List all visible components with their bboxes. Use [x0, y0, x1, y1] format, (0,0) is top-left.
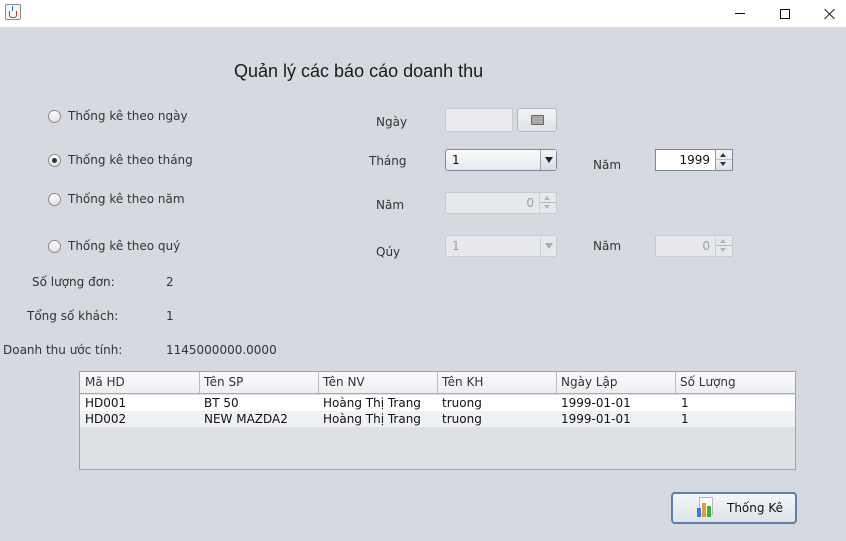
invoice-table[interactable]: Mã HD Tên SP Tên NV Tên KH Ngày Lập Số L… — [79, 371, 796, 470]
table-cell: Hoàng Thị Trang — [323, 412, 421, 426]
arrow-up-icon[interactable] — [720, 153, 726, 157]
table-cell: 1999-01-01 — [561, 412, 631, 426]
radio-indicator[interactable] — [48, 239, 61, 253]
chevron-down-icon[interactable] — [540, 236, 556, 256]
spinner-arrows[interactable] — [539, 193, 556, 213]
column-header[interactable]: Tên KH — [437, 372, 557, 393]
radio-by-day[interactable]: Thống kê theo ngày — [48, 109, 188, 123]
arrow-down-icon[interactable] — [544, 205, 550, 209]
month-label: Tháng — [369, 154, 407, 168]
radio-by-quarter[interactable]: Thống kê theo quý — [48, 239, 180, 253]
column-header[interactable]: Mã HD — [80, 372, 200, 393]
radio-indicator[interactable] — [48, 109, 61, 123]
table-cell: Hoàng Thị Trang — [323, 396, 421, 410]
quarter-year-spinner[interactable]: 0 — [655, 235, 733, 257]
column-header[interactable]: Tên NV — [318, 372, 438, 393]
column-header[interactable]: Tên SP — [199, 372, 319, 393]
radio-indicator[interactable] — [48, 192, 61, 206]
radio-by-month[interactable]: Thống kê theo tháng — [48, 153, 193, 167]
table-cell: NEW MAZDA2 — [204, 412, 288, 426]
radio-indicator[interactable] — [48, 153, 61, 167]
arrow-up-icon[interactable] — [544, 196, 550, 200]
table-cell: HD002 — [85, 412, 127, 426]
table-cell: HD001 — [85, 396, 127, 410]
bar-chart-icon — [695, 497, 717, 519]
page-title: Quản lý các báo cáo doanh thu — [234, 61, 484, 81]
month-select[interactable]: 1 — [445, 149, 557, 171]
table-cell: truong — [442, 412, 482, 426]
table-cell: truong — [442, 396, 482, 410]
month-year-spinner[interactable]: 1999 — [655, 149, 733, 171]
quarter-select[interactable]: 1 — [445, 235, 557, 257]
month-select-value: 1 — [452, 153, 460, 167]
year-label: Năm — [376, 198, 405, 212]
orders-count-label: Số lượng đơn: — [32, 275, 115, 289]
table-cell: 1999-01-01 — [561, 396, 631, 410]
close-button[interactable] — [807, 0, 846, 27]
column-header[interactable]: Ngày Lập — [556, 372, 676, 393]
arrow-down-icon[interactable] — [720, 162, 726, 166]
spinner-value: 0 — [526, 196, 534, 210]
radio-label: Thống kê theo năm — [68, 192, 185, 206]
maximize-button[interactable] — [762, 0, 808, 27]
year-spinner[interactable]: 0 — [445, 192, 557, 214]
minimize-icon — [735, 13, 745, 14]
arrow-down-icon[interactable] — [720, 248, 726, 252]
statistics-button[interactable]: Thống Kê — [671, 492, 797, 524]
table-cell: 1 — [681, 396, 689, 410]
month-year-label: Năm — [593, 158, 622, 172]
revenue-label: Doanh thu ước tính: — [3, 343, 123, 357]
arrow-up-icon[interactable] — [720, 239, 726, 243]
table-cell: BT 50 — [204, 396, 239, 410]
column-header[interactable]: Số Lượng — [675, 372, 795, 393]
spinner-value: 0 — [702, 239, 710, 253]
table-body: HD001 BT 50 Hoàng Thị Trang truong 1999-… — [80, 395, 795, 427]
close-icon — [824, 8, 836, 20]
customers-count-label: Tổng số khách: — [27, 309, 119, 323]
table-row[interactable]: HD001 BT 50 Hoàng Thị Trang truong 1999-… — [80, 395, 795, 411]
window-titlebar — [0, 0, 846, 27]
quarter-select-value: 1 — [452, 239, 460, 253]
radio-label: Thống kê theo ngày — [68, 109, 188, 123]
radio-by-year[interactable]: Thống kê theo năm — [48, 192, 185, 206]
statistics-button-label: Thống Kê — [727, 501, 783, 515]
revenue-value: 1145000000.0000 — [166, 343, 277, 357]
customers-count-value: 1 — [166, 309, 174, 323]
minimize-button[interactable] — [717, 0, 763, 27]
quarter-label: Qúy — [376, 245, 401, 259]
spinner-arrows[interactable] — [715, 236, 732, 256]
date-picker-button[interactable] — [517, 108, 557, 132]
table-cell: 1 — [681, 412, 689, 426]
radio-label: Thống kê theo tháng — [68, 153, 193, 167]
java-app-icon — [5, 4, 21, 20]
day-date-field[interactable] — [445, 108, 513, 132]
calendar-icon — [530, 115, 544, 125]
quarter-year-label: Năm — [593, 239, 622, 253]
table-row[interactable]: HD002 NEW MAZDA2 Hoàng Thị Trang truong … — [80, 411, 795, 427]
day-label: Ngày — [376, 115, 408, 129]
table-header: Mã HD Tên SP Tên NV Tên KH Ngày Lập Số L… — [80, 372, 795, 394]
spinner-arrows[interactable] — [715, 150, 732, 170]
chevron-down-icon[interactable] — [540, 150, 556, 170]
maximize-icon — [780, 8, 790, 19]
spinner-value: 1999 — [679, 153, 710, 167]
radio-label: Thống kê theo quý — [68, 239, 181, 253]
orders-count-value: 2 — [166, 275, 174, 289]
